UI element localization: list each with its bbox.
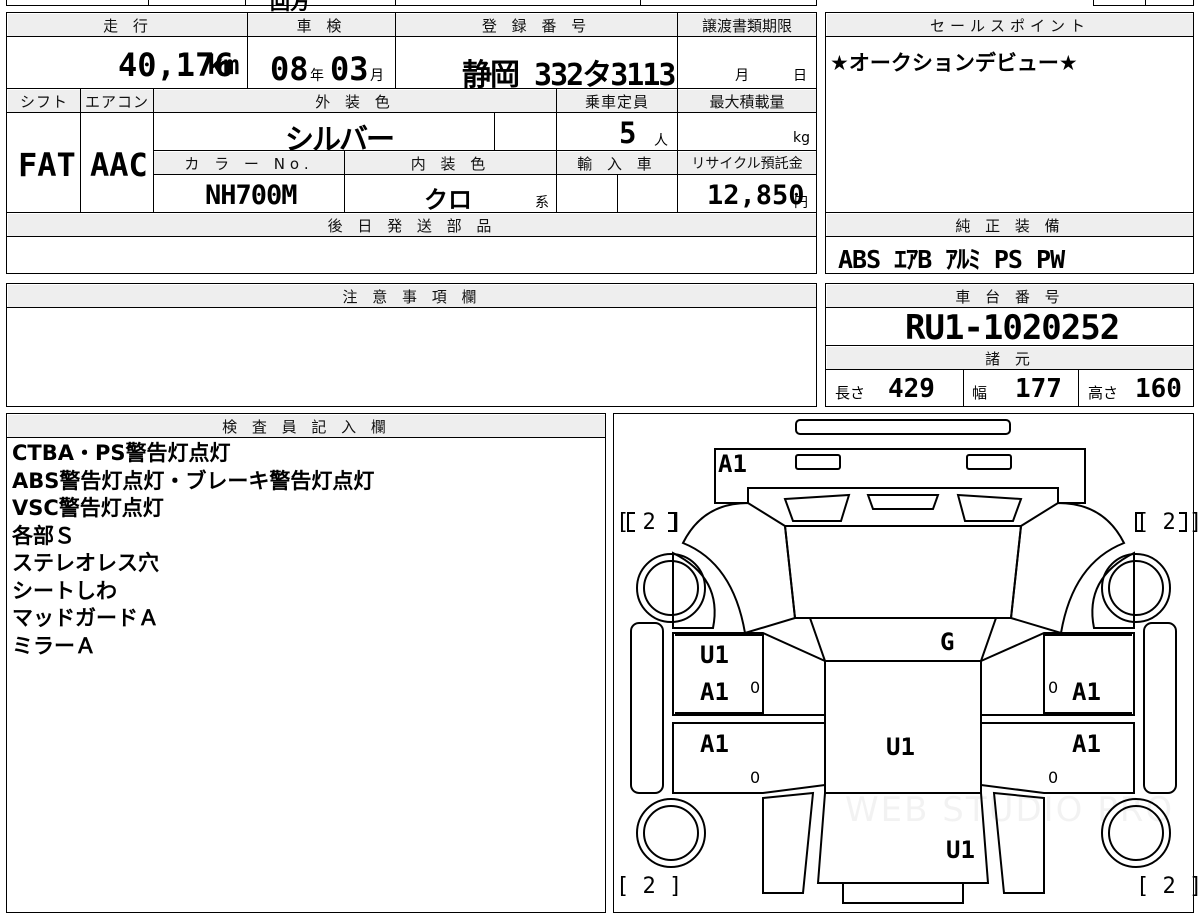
caution-header: 注 意 事 項 欄 — [8, 285, 816, 307]
mark-pillar-rr: 0 — [1048, 768, 1059, 787]
mark-pillar-lf: 0 — [750, 678, 761, 697]
mark-left-front-door-1: U1 — [700, 641, 729, 669]
sales-point-text: ★オークションデビュー★ — [830, 51, 1078, 75]
mark-rear: U1 — [946, 836, 975, 864]
yen-unit: 円 — [794, 195, 808, 211]
width-label: 幅 — [972, 384, 988, 402]
month-unit: 月 — [370, 68, 384, 84]
note-line: 各部Ｓ — [12, 523, 75, 548]
top-strip-right — [1093, 0, 1194, 6]
deadline-header: 譲渡書類期限 — [678, 14, 816, 36]
width-value: 177 — [1015, 374, 1062, 404]
registration-header: 登 録 番 号 — [396, 14, 677, 36]
deadline-month-unit: 月 — [735, 68, 749, 84]
genuine-equipment-header: 純 正 装 備 — [827, 214, 1193, 236]
mark-roof: U1 — [886, 733, 915, 761]
chassis-number: RU1-1020252 — [905, 308, 1120, 348]
capacity-value: 5 — [619, 116, 637, 150]
note-line: マッドガードＡ — [12, 606, 159, 630]
mark-tire-fl: [ 2 ] — [616, 510, 683, 535]
interior-suffix: 系 — [535, 195, 549, 211]
deadline-day-unit: 日 — [793, 68, 807, 84]
genuine-equipment-value: ABS ｴｱB ｱﾙﾐ PS PW — [838, 245, 1065, 274]
mark-tire-fr: [ 2 ] — [1136, 510, 1200, 535]
mark-right-rear-door: A1 — [1072, 730, 1101, 758]
mark-pillar-lr: 0 — [750, 768, 761, 787]
specs-header: 諸 元 — [827, 347, 1193, 369]
color-no-header: カ ラ ー No. — [154, 152, 344, 174]
recycle-fee-value: 12,850 — [707, 180, 805, 211]
exterior-color-header: 外 装 色 — [154, 90, 556, 112]
note-line: シートしわ — [12, 578, 117, 603]
height-label: 高さ — [1088, 384, 1119, 402]
mark-left-rear-door: A1 — [700, 730, 729, 758]
recycle-fee-header: リサイクル預託金 — [678, 152, 816, 174]
mark-pillar-rf: 0 — [1048, 678, 1059, 697]
capacity-unit: 人 — [654, 133, 668, 149]
mark-right-front-door: A1 — [1072, 678, 1101, 706]
note-line: ステレオレス穴 — [12, 551, 159, 575]
registration-number: 静岡 332タ3113 — [462, 58, 676, 93]
aircon-value: AAC — [90, 146, 148, 184]
mileage-unit: km — [207, 50, 240, 81]
note-line: CTBA・PS警告灯点灯 — [12, 441, 231, 465]
chassis-header: 車 台 番 号 — [827, 285, 1193, 307]
inspection-year: 08 — [270, 50, 309, 88]
inspection-header: 車 検 — [248, 14, 395, 36]
later-parts-header: 後 日 発 送 部 品 — [8, 214, 816, 236]
mark-front: A1 — [718, 450, 747, 478]
year-unit: 年 — [310, 68, 324, 84]
top-strip — [6, 0, 817, 6]
mark-tire-rl: [ 2 ] — [616, 874, 683, 899]
max-load-header: 最大積載量 — [678, 90, 816, 112]
mark-tire-rr: [ 2 ] — [1136, 874, 1200, 899]
length-label: 長さ — [835, 384, 866, 402]
length-value: 429 — [888, 374, 935, 404]
note-line: ミラーＡ — [12, 633, 96, 658]
color-no-value: NH700M — [205, 180, 298, 211]
interior-color-value: クロ — [424, 186, 472, 214]
mark-left-front-door-2: A1 — [700, 678, 729, 706]
interior-color-header: 内 装 色 — [345, 152, 556, 174]
note-line: VSC警告灯点灯 — [12, 496, 164, 520]
inspector-notes-header: 検 査 員 記 入 欄 — [8, 415, 605, 437]
height-value: 160 — [1135, 374, 1182, 404]
sales-point-header: セールスポイント — [827, 14, 1193, 36]
shift-header: シフト — [8, 90, 80, 112]
aircon-header: エアコン — [81, 90, 153, 112]
max-load-unit: kg — [793, 130, 810, 146]
mark-hood: G — [940, 628, 955, 656]
capacity-header: 乗車定員 — [557, 90, 677, 112]
note-line: ABS警告灯点灯・ブレーキ警告灯点灯 — [12, 468, 375, 493]
inspector-notes-list: CTBA・PS警告灯点灯 ABS警告灯点灯・ブレーキ警告灯点灯 VSC警告灯点灯… — [12, 440, 602, 660]
inspection-month: 03 — [330, 50, 369, 88]
import-header: 輸 入 車 — [557, 152, 677, 174]
watermark: WEB STUDIO PRO — [845, 790, 1175, 830]
mileage-header: 走 行 — [8, 14, 248, 36]
shift-value: FAT — [18, 146, 76, 184]
